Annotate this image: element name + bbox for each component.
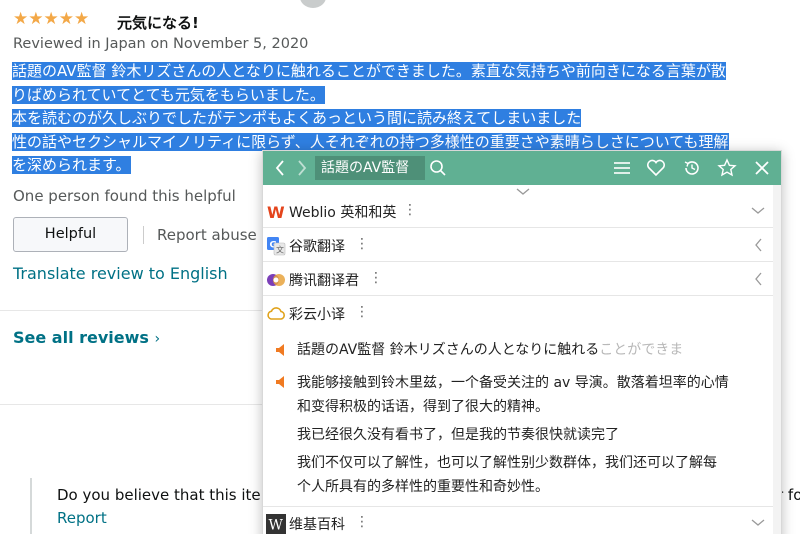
pin-icon[interactable] <box>714 151 740 185</box>
review-body-line: 性の話やセクシャルマイノリティに限らず、人それぞれの持つ多様性の重要さや素晴らし… <box>12 132 729 151</box>
report-abuse-link[interactable]: Report abuse <box>157 226 257 244</box>
dict-row-tencent[interactable]: 腾讯翻译君 ⋮ <box>263 263 775 296</box>
dict-name: 谷歌翻译 <box>289 239 345 255</box>
tencent-icon <box>266 270 286 290</box>
more-icon[interactable]: ⋮ <box>369 270 383 286</box>
review-body-line: 本を読むのが久しぶりでしたがテンポもよくあっという間に読み終えてしまいました <box>12 109 582 127</box>
chevron-right-icon: › <box>154 331 161 347</box>
feedback-report-link[interactable]: Report <box>57 509 107 527</box>
source-text: 話題のAV監督 鈴木リズさんの人となりに触れることができま <box>297 339 683 359</box>
review-date: Reviewed in Japan on November 5, 2020 <box>13 36 309 52</box>
scrollbar[interactable] <box>773 185 781 534</box>
star-rating: ★★★★★ <box>13 10 89 28</box>
dict-name: Weblio 英和和英 <box>289 205 397 221</box>
dict-row-google[interactable]: G文 谷歌翻译 ⋮ <box>263 229 775 262</box>
chevron-down-icon[interactable] <box>747 200 769 222</box>
forward-icon[interactable] <box>291 151 313 185</box>
helpful-count: One person found this helpful <box>13 187 236 205</box>
source-text-faded: ことができま <box>599 342 684 358</box>
review-body-line: りばめられていてとても元気をもらいました。 <box>12 85 325 104</box>
close-icon[interactable] <box>749 151 775 185</box>
divider <box>0 310 262 311</box>
back-icon[interactable] <box>269 151 291 185</box>
see-all-reviews-link[interactable]: See all reviews › <box>13 328 160 347</box>
translation-popup: 話題のAV監督 W Weblio 英和和英 ⋮ G 文 谷歌翻译 ⋮ 腾讯翻译君… <box>262 150 782 534</box>
translation-line: 我们不仅可以了解性，也可以了解性别少数群体，我们还可以了解每 <box>297 455 717 471</box>
chevron-down-icon[interactable] <box>747 512 769 534</box>
source-text-visible: 話題のAV監督 鈴木リズさんの人となりに触れる <box>297 342 600 358</box>
more-icon[interactable]: ⋮ <box>355 304 369 320</box>
avatar <box>300 0 326 8</box>
chevron-left-icon[interactable] <box>747 268 769 290</box>
wikipedia-icon: W <box>266 514 286 534</box>
more-icon[interactable]: ⋮ <box>355 236 369 252</box>
chevron-left-icon[interactable] <box>747 234 769 256</box>
google-translate-icon: G文 <box>266 236 286 256</box>
svg-text:文: 文 <box>276 245 284 255</box>
translation-line: 我能够接触到铃木里兹，一个备受关注的 av 导演。散落着坦率的心情 <box>297 375 729 391</box>
speaker-icon[interactable] <box>275 342 289 356</box>
divider <box>143 226 144 244</box>
menu-icon[interactable] <box>609 151 635 185</box>
dict-row-weblio[interactable]: W Weblio 英和和英 ⋮ <box>263 195 775 228</box>
dict-row-wikipedia[interactable]: W 维基百科 ⋮ <box>263 506 775 534</box>
weblio-icon: W <box>266 202 286 222</box>
svg-text:W: W <box>267 203 285 222</box>
more-icon[interactable]: ⋮ <box>403 202 417 218</box>
speaker-icon[interactable] <box>275 374 289 388</box>
review-body-line: 話題のAV監督 鈴木リズさんの人となりに触れることができました。素直な気持ちや前… <box>12 62 726 80</box>
more-icon[interactable]: ⋮ <box>355 514 369 530</box>
divider <box>0 404 262 405</box>
svg-text:W: W <box>269 518 284 534</box>
star-rating-stars: ★★★★★ <box>13 9 90 29</box>
translation-line: 个人所具有的多样性的重要性和奇妙性。 <box>297 479 549 495</box>
dict-name: 维基百科 <box>289 517 345 533</box>
translate-review-link[interactable]: Translate review to English <box>13 264 228 283</box>
search-icon[interactable] <box>425 151 451 185</box>
dict-name: 彩云小译 <box>289 307 345 323</box>
review-body-line: を深められます。 <box>12 156 131 174</box>
history-icon[interactable] <box>679 151 705 185</box>
helpful-button[interactable]: Helpful <box>13 217 128 252</box>
see-all-reviews-label: See all reviews <box>13 328 149 347</box>
popup-toolbar: 話題のAV監督 <box>263 151 781 185</box>
dict-name: 腾讯翻译君 <box>289 273 359 289</box>
search-input[interactable]: 話題のAV監督 <box>315 156 425 180</box>
dict-row-caiyun[interactable]: 彩云小译 ⋮ <box>263 297 775 330</box>
cloud-icon <box>266 304 286 324</box>
feedback-question: Do you believe that this ite <box>57 486 261 504</box>
translation-line: 和变得积极的话语，得到了很大的精神。 <box>297 399 549 415</box>
review-title[interactable]: 元気になる! <box>117 12 199 33</box>
heart-icon[interactable] <box>643 151 669 185</box>
translation-line: 我已经很久没有看书了，但是我的节奏很快就读完了 <box>297 427 619 443</box>
